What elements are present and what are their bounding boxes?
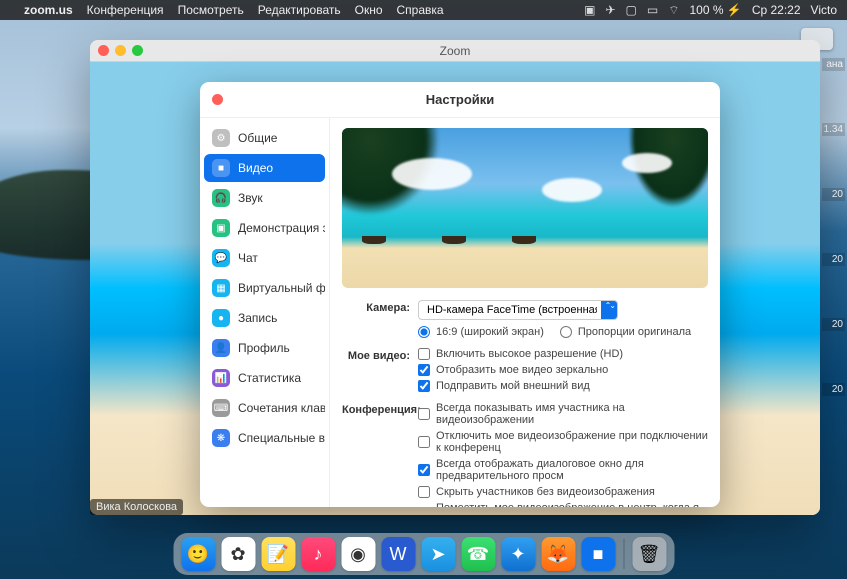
opt-hide-nonvideo[interactable]: Скрыть участников без видеоизображения	[418, 486, 708, 498]
camera-select[interactable]: HD-камера FaceTime (встроенная)	[418, 300, 618, 320]
dock-music[interactable]: ♪	[301, 537, 335, 571]
settings-close-icon[interactable]	[212, 94, 223, 105]
settings-title: Настройки	[426, 92, 495, 107]
menubar-zoom-icon[interactable]: ▣	[584, 3, 595, 17]
menubar-battery[interactable]: 100 % ⚡	[690, 3, 742, 17]
app-menu[interactable]: zoom.us	[24, 3, 73, 17]
sidebar-icon: 💬	[212, 249, 230, 267]
sidebar-item-label: Специальные возм…	[238, 431, 325, 445]
sidebar-icon: ▣	[212, 219, 230, 237]
sidebar-item-label: Демонстрация экр…	[238, 221, 325, 235]
settings-sidebar: ⚙ Общие ■ Видео 🎧 Звук ▣ Демонстрация экр… 💬 Чат ▦…	[200, 118, 330, 507]
aspect-original[interactable]: Пропорции оригинала	[560, 326, 691, 338]
sidebar-item-label: Сочетания клавиш	[238, 401, 325, 415]
opt-disable-video-join[interactable]: Отключить мое видеоизображение при подкл…	[418, 430, 708, 454]
conference-label: Конференция:	[342, 402, 418, 416]
edge-overflow: ана 1.34 20 20 20 20	[820, 56, 847, 450]
sidebar-item-label: Запись	[238, 311, 277, 325]
participant-name-overlay: Вика Колоскова	[90, 499, 183, 515]
opt-touchup[interactable]: Подправить мой внешний вид	[418, 380, 708, 392]
dock-whatsapp[interactable]: ☎	[461, 537, 495, 571]
sidebar-item-label: Общие	[238, 131, 277, 145]
dock-telegram[interactable]: ➤	[421, 537, 455, 571]
zoom-title: Zoom	[440, 44, 471, 58]
dock-safari[interactable]: ✦	[501, 537, 535, 571]
sidebar-icon: ■	[212, 159, 230, 177]
sidebar-item-7[interactable]: 👤 Профиль	[204, 334, 325, 362]
sidebar-item-label: Статистика	[238, 371, 301, 385]
dock-chrome[interactable]: ◉	[341, 537, 375, 571]
sidebar-item-1[interactable]: ■ Видео	[204, 154, 325, 182]
sidebar-item-5[interactable]: ▦ Виртуальный фон	[204, 274, 325, 302]
sidebar-item-label: Виртуальный фон	[238, 281, 325, 295]
sidebar-icon: 🎧	[212, 189, 230, 207]
zoom-titlebar[interactable]: Zoom	[90, 40, 820, 62]
menu-window[interactable]: Окно	[355, 3, 383, 17]
sidebar-item-4[interactable]: 💬 Чат	[204, 244, 325, 272]
opt-spotlight-self[interactable]: Поместить мое видеоизображение в центр, …	[418, 502, 708, 507]
sidebar-item-9[interactable]: ⌨ Сочетания клавиш	[204, 394, 325, 422]
sidebar-item-label: Профиль	[238, 341, 290, 355]
sidebar-icon: ●	[212, 309, 230, 327]
sidebar-item-label: Чат	[238, 251, 258, 265]
sidebar-item-3[interactable]: ▣ Демонстрация экр…	[204, 214, 325, 242]
sidebar-icon: 👤	[212, 339, 230, 357]
sidebar-item-2[interactable]: 🎧 Звук	[204, 184, 325, 212]
dock-separator	[623, 539, 624, 569]
opt-mirror[interactable]: Отобразить мое видео зеркально	[418, 364, 708, 376]
sidebar-icon: ❋	[212, 429, 230, 447]
close-icon[interactable]	[98, 45, 109, 56]
dock-trash[interactable]: 🗑	[632, 537, 666, 571]
menu-view[interactable]: Посмотреть	[178, 3, 244, 17]
sidebar-item-0[interactable]: ⚙ Общие	[204, 124, 325, 152]
dock-notes[interactable]: 📝	[261, 537, 295, 571]
minimize-icon[interactable]	[115, 45, 126, 56]
macos-menubar: zoom.us Конференция Посмотреть Редактиро…	[0, 0, 847, 20]
sidebar-item-6[interactable]: ● Запись	[204, 304, 325, 332]
menubar-user[interactable]: Victo	[811, 3, 837, 17]
sidebar-icon: 📊	[212, 369, 230, 387]
sidebar-icon: ▦	[212, 279, 230, 297]
settings-content: Камера: HD-камера FaceTime (встроенная) …	[330, 118, 720, 507]
camera-preview	[342, 128, 708, 288]
menu-help[interactable]: Справка	[397, 3, 444, 17]
sidebar-icon: ⌨	[212, 399, 230, 417]
dock-photos[interactable]: ✿	[221, 537, 255, 571]
fullscreen-icon[interactable]	[132, 45, 143, 56]
traffic-lights[interactable]	[98, 45, 143, 56]
sidebar-item-8[interactable]: 📊 Статистика	[204, 364, 325, 392]
dock-zoom[interactable]: ■	[581, 537, 615, 571]
dock: 🙂✿📝♪◉W➤☎✦🦊■ 🗑	[173, 533, 674, 575]
sidebar-item-label: Видео	[238, 161, 273, 175]
opt-preview-dialog[interactable]: Всегда отображать диалоговое окно для пр…	[418, 458, 708, 482]
menubar-clock[interactable]: Ср 22:22	[752, 3, 801, 17]
menubar-display-icon[interactable]: ▢	[626, 3, 637, 17]
settings-window: Настройки ⚙ Общие ■ Видео 🎧 Звук ▣ Демонстрация…	[200, 82, 720, 507]
sidebar-item-label: Звук	[238, 191, 263, 205]
dock-finder[interactable]: 🙂	[181, 537, 215, 571]
menu-edit[interactable]: Редактировать	[258, 3, 341, 17]
dock-word[interactable]: W	[381, 537, 415, 571]
menubar-airplay-icon[interactable]: ▭	[647, 3, 658, 17]
menubar-telegram-icon[interactable]: ✈	[605, 3, 615, 17]
sidebar-item-10[interactable]: ❋ Специальные возм…	[204, 424, 325, 452]
menubar-wifi-icon[interactable]: ⌔	[668, 3, 679, 18]
myvideo-label: Мое видео:	[342, 348, 418, 362]
settings-titlebar[interactable]: Настройки	[200, 82, 720, 118]
dock-firefox[interactable]: 🦊	[541, 537, 575, 571]
sidebar-icon: ⚙	[212, 129, 230, 147]
camera-label: Камера:	[342, 300, 418, 314]
aspect-16-9[interactable]: 16:9 (широкий экран)	[418, 326, 544, 338]
opt-hd[interactable]: Включить высокое разрешение (HD)	[418, 348, 708, 360]
opt-show-name[interactable]: Всегда показывать имя участника на видео…	[418, 402, 708, 426]
menu-conference[interactable]: Конференция	[87, 3, 164, 17]
